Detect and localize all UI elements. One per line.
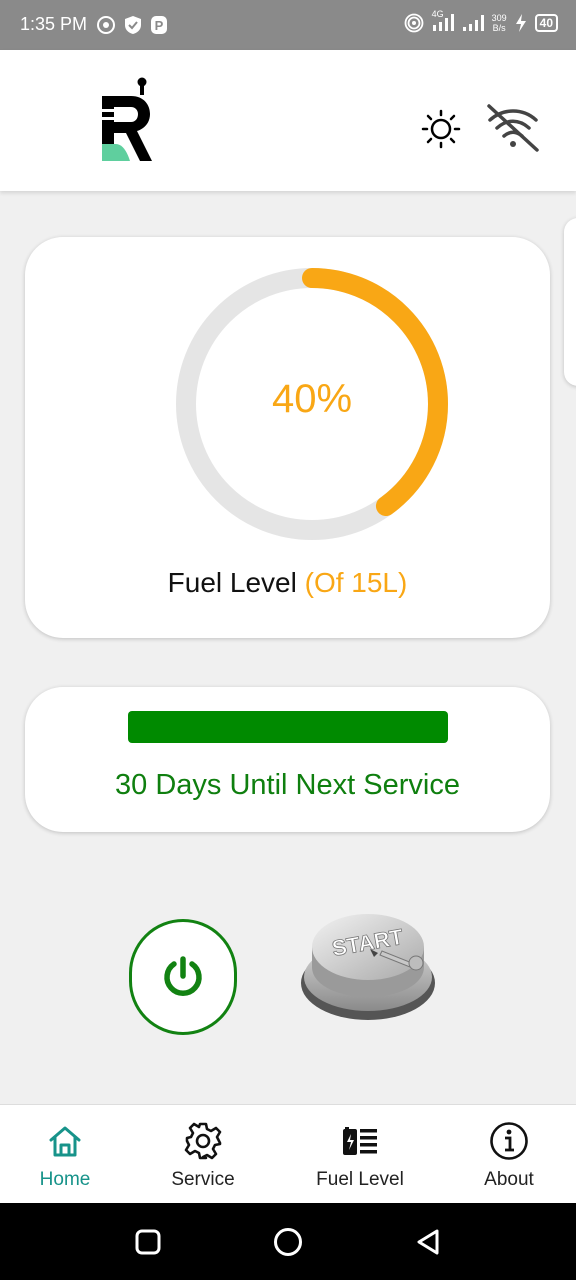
service-card: 30 Days Until Next Service	[25, 687, 550, 832]
key-head-icon	[408, 955, 424, 971]
fuel-capacity: (Of 15L)	[304, 567, 408, 598]
battery-icon: 40	[534, 14, 558, 32]
system-navigation-bar	[0, 1203, 576, 1280]
bottom-navigation: Home Service Fuel Level About	[0, 1104, 576, 1204]
nav-fuel-level-label: Fuel Level	[316, 1169, 404, 1190]
service-progress-bar	[128, 711, 448, 743]
net-speed: 309 B/s	[492, 13, 507, 33]
status-right-icons: 4G 309 B/s 40	[404, 9, 558, 33]
nav-home-label: Home	[39, 1169, 91, 1190]
nav-about-label: About	[484, 1169, 534, 1190]
sun-icon	[421, 109, 461, 149]
nav-service[interactable]: Service	[160, 1105, 246, 1204]
app-bar	[0, 50, 576, 191]
svg-text:P: P	[155, 18, 164, 33]
fuel-level-card: 40% Fuel Level (Of 15L)	[25, 237, 550, 638]
info-icon	[490, 1122, 528, 1160]
home-system-button[interactable]	[258, 1203, 318, 1280]
hotspot-icon	[404, 13, 424, 33]
shield-icon	[125, 16, 141, 34]
next-card-peek[interactable]	[564, 218, 576, 386]
theme-toggle-button[interactable]	[418, 106, 464, 152]
square-icon	[135, 1229, 161, 1254]
service-progress-fill	[128, 711, 448, 743]
connection-button[interactable]	[484, 100, 542, 156]
nav-fuel-level[interactable]: Fuel Level	[304, 1105, 416, 1204]
r-logo	[102, 77, 152, 161]
fuel-label: Fuel Level	[167, 567, 297, 598]
net-speed-unit: B/s	[492, 23, 506, 33]
circle-icon	[274, 1227, 302, 1256]
status-time: 1:35 PM	[20, 14, 88, 34]
fuel-percent: 40%	[271, 377, 353, 421]
nav-service-label: Service	[171, 1169, 235, 1190]
network-type: 4G	[431, 9, 444, 19]
power-button[interactable]	[129, 919, 237, 1035]
service-countdown: 30 Days Until Next Service	[115, 769, 460, 801]
nav-about[interactable]: About	[466, 1105, 552, 1204]
back-triangle-icon	[417, 1229, 439, 1254]
charging-icon	[515, 14, 526, 32]
status-left-icons: P	[96, 14, 168, 36]
back-button[interactable]	[398, 1203, 458, 1280]
power-icon	[164, 956, 202, 996]
net-speed-value: 309	[491, 13, 507, 23]
parking-icon: P	[151, 16, 167, 34]
whatsapp-icon	[97, 16, 115, 34]
fuel-station-icon	[343, 1127, 377, 1155]
fuel-caption: Fuel Level (Of 15L)	[25, 567, 550, 599]
gear-icon	[184, 1122, 222, 1160]
recents-button[interactable]	[118, 1203, 178, 1280]
nav-home[interactable]: Home	[22, 1105, 108, 1204]
signal-icon-2	[462, 15, 484, 31]
start-button[interactable]: START	[298, 905, 438, 1023]
wifi-off-icon	[487, 104, 539, 152]
status-bar: 1:35 PM P 4G 309 B/s 40	[0, 0, 576, 50]
home-icon	[49, 1126, 81, 1157]
